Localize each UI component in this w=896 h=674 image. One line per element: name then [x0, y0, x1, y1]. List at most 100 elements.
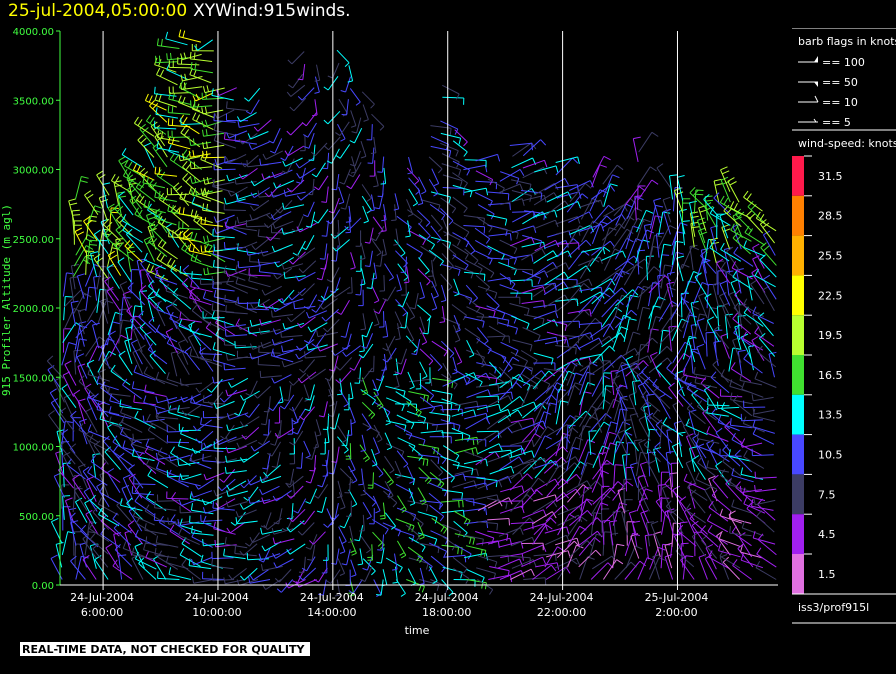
barb-flag — [360, 155, 367, 159]
wind-barb — [364, 250, 373, 267]
wind-barb — [512, 210, 537, 223]
wind-barb — [406, 421, 429, 430]
barb-staff — [534, 336, 557, 342]
wind-barb — [319, 243, 328, 260]
barb-staff — [212, 186, 235, 193]
wind-barb — [259, 485, 280, 496]
barb-staff — [247, 308, 270, 311]
barb-flag — [272, 222, 276, 229]
barb-flag — [463, 377, 468, 385]
barb-flag — [246, 248, 249, 256]
barb-flag — [396, 289, 402, 292]
barb-flag — [203, 236, 206, 243]
barb-flag — [288, 84, 293, 89]
barb-flag — [485, 482, 488, 491]
wind-barb — [205, 321, 226, 343]
barb-staff — [522, 327, 541, 336]
barb-staff — [380, 365, 387, 381]
wind-barb — [213, 400, 235, 410]
barb-staff — [214, 168, 236, 171]
wind-barb — [194, 478, 215, 490]
barb-staff — [417, 511, 438, 518]
barb-staff — [122, 384, 142, 400]
barb-staff — [386, 286, 397, 302]
barb-staff — [430, 555, 446, 568]
barb-flag — [271, 310, 273, 318]
barb-flag — [448, 196, 451, 204]
wind-barb — [84, 190, 99, 215]
wind-barb — [429, 412, 451, 423]
barb-flag — [324, 145, 329, 151]
wind-barb — [282, 158, 295, 174]
barb-staff — [248, 87, 261, 102]
barb-staff — [463, 271, 485, 275]
barb-flag — [191, 525, 193, 534]
barb-flag — [498, 443, 503, 451]
barb-flag — [480, 549, 483, 556]
barb-flag — [405, 235, 411, 238]
barb-flag — [292, 431, 298, 435]
wind-barb — [289, 447, 296, 465]
wind-barb — [408, 230, 427, 246]
barb-flag — [244, 97, 249, 102]
wind-barb — [143, 252, 166, 270]
barb-flag — [550, 394, 557, 401]
barb-staff — [300, 316, 316, 329]
barb-staff — [465, 545, 486, 551]
barb-flag — [245, 392, 251, 397]
barb-flag — [426, 504, 429, 512]
barb-staff — [369, 250, 373, 267]
barb-staff — [265, 512, 272, 528]
barb-staff — [327, 413, 330, 430]
barb-flag — [184, 346, 192, 352]
barb-flag — [156, 461, 160, 469]
barb-staff — [477, 430, 498, 444]
barb-staff — [521, 248, 542, 261]
barb-flag — [223, 132, 226, 140]
wind-barb — [477, 327, 489, 345]
barb-flag — [564, 324, 568, 332]
barb-flag — [126, 228, 133, 235]
wind-barb — [274, 407, 281, 424]
barb-flag — [554, 304, 557, 312]
barb-staff — [155, 113, 178, 119]
barb-staff — [441, 509, 464, 514]
barb-staff — [147, 475, 169, 489]
barb-flag — [520, 527, 524, 535]
barb-staff — [373, 262, 378, 279]
barb-staff — [276, 558, 294, 569]
barb-flag — [271, 245, 275, 252]
barb-flag — [69, 443, 77, 449]
wind-barb — [452, 356, 458, 375]
wind-barb — [419, 327, 428, 345]
barb-staff — [143, 372, 166, 385]
barb-staff — [360, 535, 372, 551]
wind-barb — [245, 99, 260, 115]
wind-barb — [181, 404, 202, 417]
barb-flag — [323, 523, 329, 528]
barb-flag — [400, 252, 406, 257]
barb-flag — [402, 312, 408, 317]
barb-flag — [142, 415, 145, 423]
barb-staff — [325, 186, 329, 203]
barb-flag — [524, 360, 529, 367]
barb-flag — [544, 435, 552, 440]
barb-flag — [68, 342, 76, 346]
wind-barb — [440, 263, 461, 276]
wind-barb — [337, 480, 343, 499]
wind-barb — [192, 112, 214, 131]
wind-barb — [335, 357, 353, 371]
barb-flag — [363, 455, 368, 460]
barb-staff — [475, 170, 493, 181]
barb-flag — [326, 279, 332, 283]
barb-staff — [475, 494, 498, 500]
wind-barb — [301, 234, 315, 251]
barb-flag — [204, 119, 208, 127]
wind-barb — [522, 159, 548, 169]
barb-staff — [89, 538, 109, 555]
barb-staff — [118, 555, 123, 580]
barb-flag — [107, 468, 115, 473]
barb-staff — [302, 63, 306, 80]
barb-flag — [169, 153, 175, 160]
wind-barb — [396, 274, 402, 292]
